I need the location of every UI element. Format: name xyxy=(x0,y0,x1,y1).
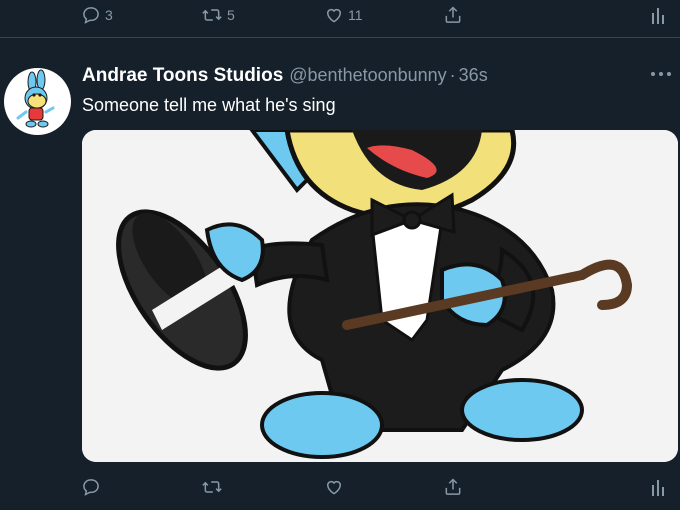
prev-tweet-action-bar: 3 5 11 xyxy=(0,0,680,30)
heart-icon xyxy=(324,477,344,497)
tweet-text: Someone tell me what he's sing xyxy=(82,95,336,115)
header-separator: · xyxy=(449,65,456,85)
analytics-icon xyxy=(652,5,666,25)
reply-icon xyxy=(81,5,101,25)
tweet-action-bar xyxy=(0,472,680,502)
heart-icon xyxy=(324,5,344,25)
reply-icon xyxy=(81,477,101,497)
tweet-divider xyxy=(0,37,680,38)
share-button[interactable] xyxy=(443,472,463,502)
like-count: 11 xyxy=(348,7,363,23)
user-handle[interactable]: @benthetoonbunny xyxy=(289,65,446,86)
retweet-icon xyxy=(201,477,223,497)
retweet-icon xyxy=(201,5,223,25)
analytics-icon xyxy=(652,477,666,497)
reply-button[interactable] xyxy=(81,472,101,502)
like-button[interactable]: 11 xyxy=(324,0,363,30)
analytics-button[interactable] xyxy=(652,0,666,30)
share-button[interactable] xyxy=(443,0,463,30)
retweet-count: 5 xyxy=(227,7,235,23)
share-icon xyxy=(443,5,463,25)
reply-button[interactable]: 3 xyxy=(81,0,113,30)
more-options-button[interactable] xyxy=(650,70,672,78)
share-icon xyxy=(443,477,463,497)
avatar[interactable] xyxy=(4,68,71,135)
retweet-button[interactable] xyxy=(201,472,223,502)
retweet-button[interactable]: 5 xyxy=(201,0,235,30)
display-name[interactable]: Andrae Toons Studios xyxy=(82,65,283,87)
tweet-header: Andrae Toons Studios @benthetoonbunny · … xyxy=(82,65,488,87)
tweet-media-image[interactable] xyxy=(82,130,678,462)
like-button[interactable] xyxy=(324,472,344,502)
reply-count: 3 xyxy=(105,7,113,23)
tweet-timestamp[interactable]: 36s xyxy=(459,65,488,86)
analytics-button[interactable] xyxy=(652,472,666,502)
more-icon xyxy=(650,70,672,78)
